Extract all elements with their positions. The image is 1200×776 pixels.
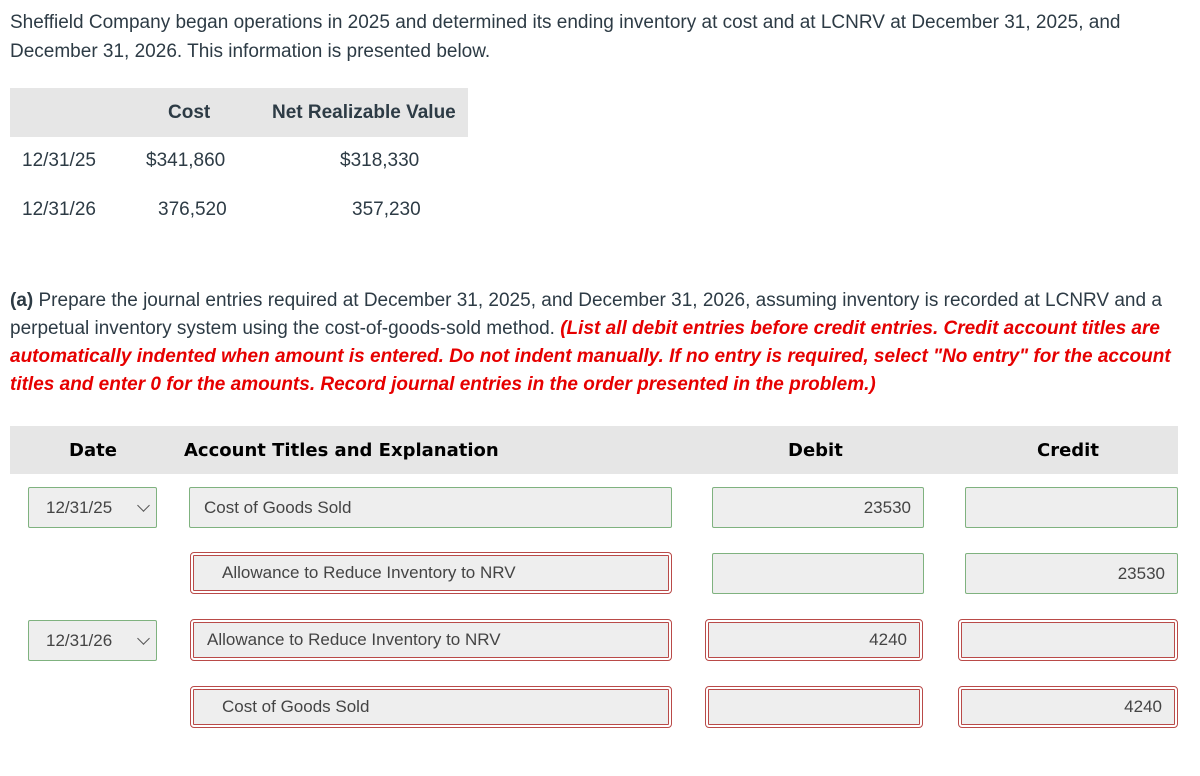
debit-field-3[interactable]: 4240 [705, 619, 923, 661]
row1-nrv: $318,330 [340, 150, 420, 171]
debit-field-4[interactable] [705, 686, 923, 728]
header-debit: Debit [788, 440, 843, 461]
chevron-down-icon [137, 631, 150, 645]
inventory-table-header: Cost Net Realizable Value [10, 88, 468, 137]
journal-header: Date Account Titles and Explanation Debi… [10, 426, 1178, 474]
chevron-down-icon [137, 498, 150, 512]
problem-intro: Sheffield Company began operations in 20… [10, 12, 1121, 62]
header-nrv: Net Realizable Value [272, 102, 456, 123]
debit-field-1[interactable]: 23530 [712, 487, 924, 528]
header-account: Account Titles and Explanation [184, 440, 499, 461]
header-date: Date [69, 440, 117, 461]
question-text: (a) Prepare the journal entries required… [10, 287, 1195, 399]
account-field-4[interactable]: Cost of Goods Sold [190, 686, 672, 728]
credit-field-2[interactable]: 23530 [965, 553, 1178, 594]
date-select-2[interactable]: 12/31/26 [28, 620, 157, 661]
credit-field-4[interactable]: 4240 [958, 686, 1178, 728]
account-field-3[interactable]: Allowance to Reduce Inventory to NRV [190, 619, 672, 661]
row1-cost: $341,860 [146, 150, 226, 171]
question-label: (a) [10, 290, 34, 311]
credit-field-1[interactable] [965, 487, 1178, 528]
row2-date: 12/31/26 [22, 199, 96, 220]
account-field-1[interactable]: Cost of Goods Sold [189, 487, 672, 528]
row2-nrv: 357,230 [352, 199, 421, 220]
account-field-2[interactable]: Allowance to Reduce Inventory to NRV [190, 552, 672, 594]
row2-cost: 376,520 [158, 199, 227, 220]
header-cost: Cost [168, 102, 211, 123]
debit-field-2[interactable] [712, 553, 924, 594]
credit-field-3[interactable] [958, 619, 1178, 661]
header-credit: Credit [1037, 440, 1099, 461]
row1-date: 12/31/25 [22, 150, 96, 171]
date-select-1[interactable]: 12/31/25 [28, 487, 157, 528]
